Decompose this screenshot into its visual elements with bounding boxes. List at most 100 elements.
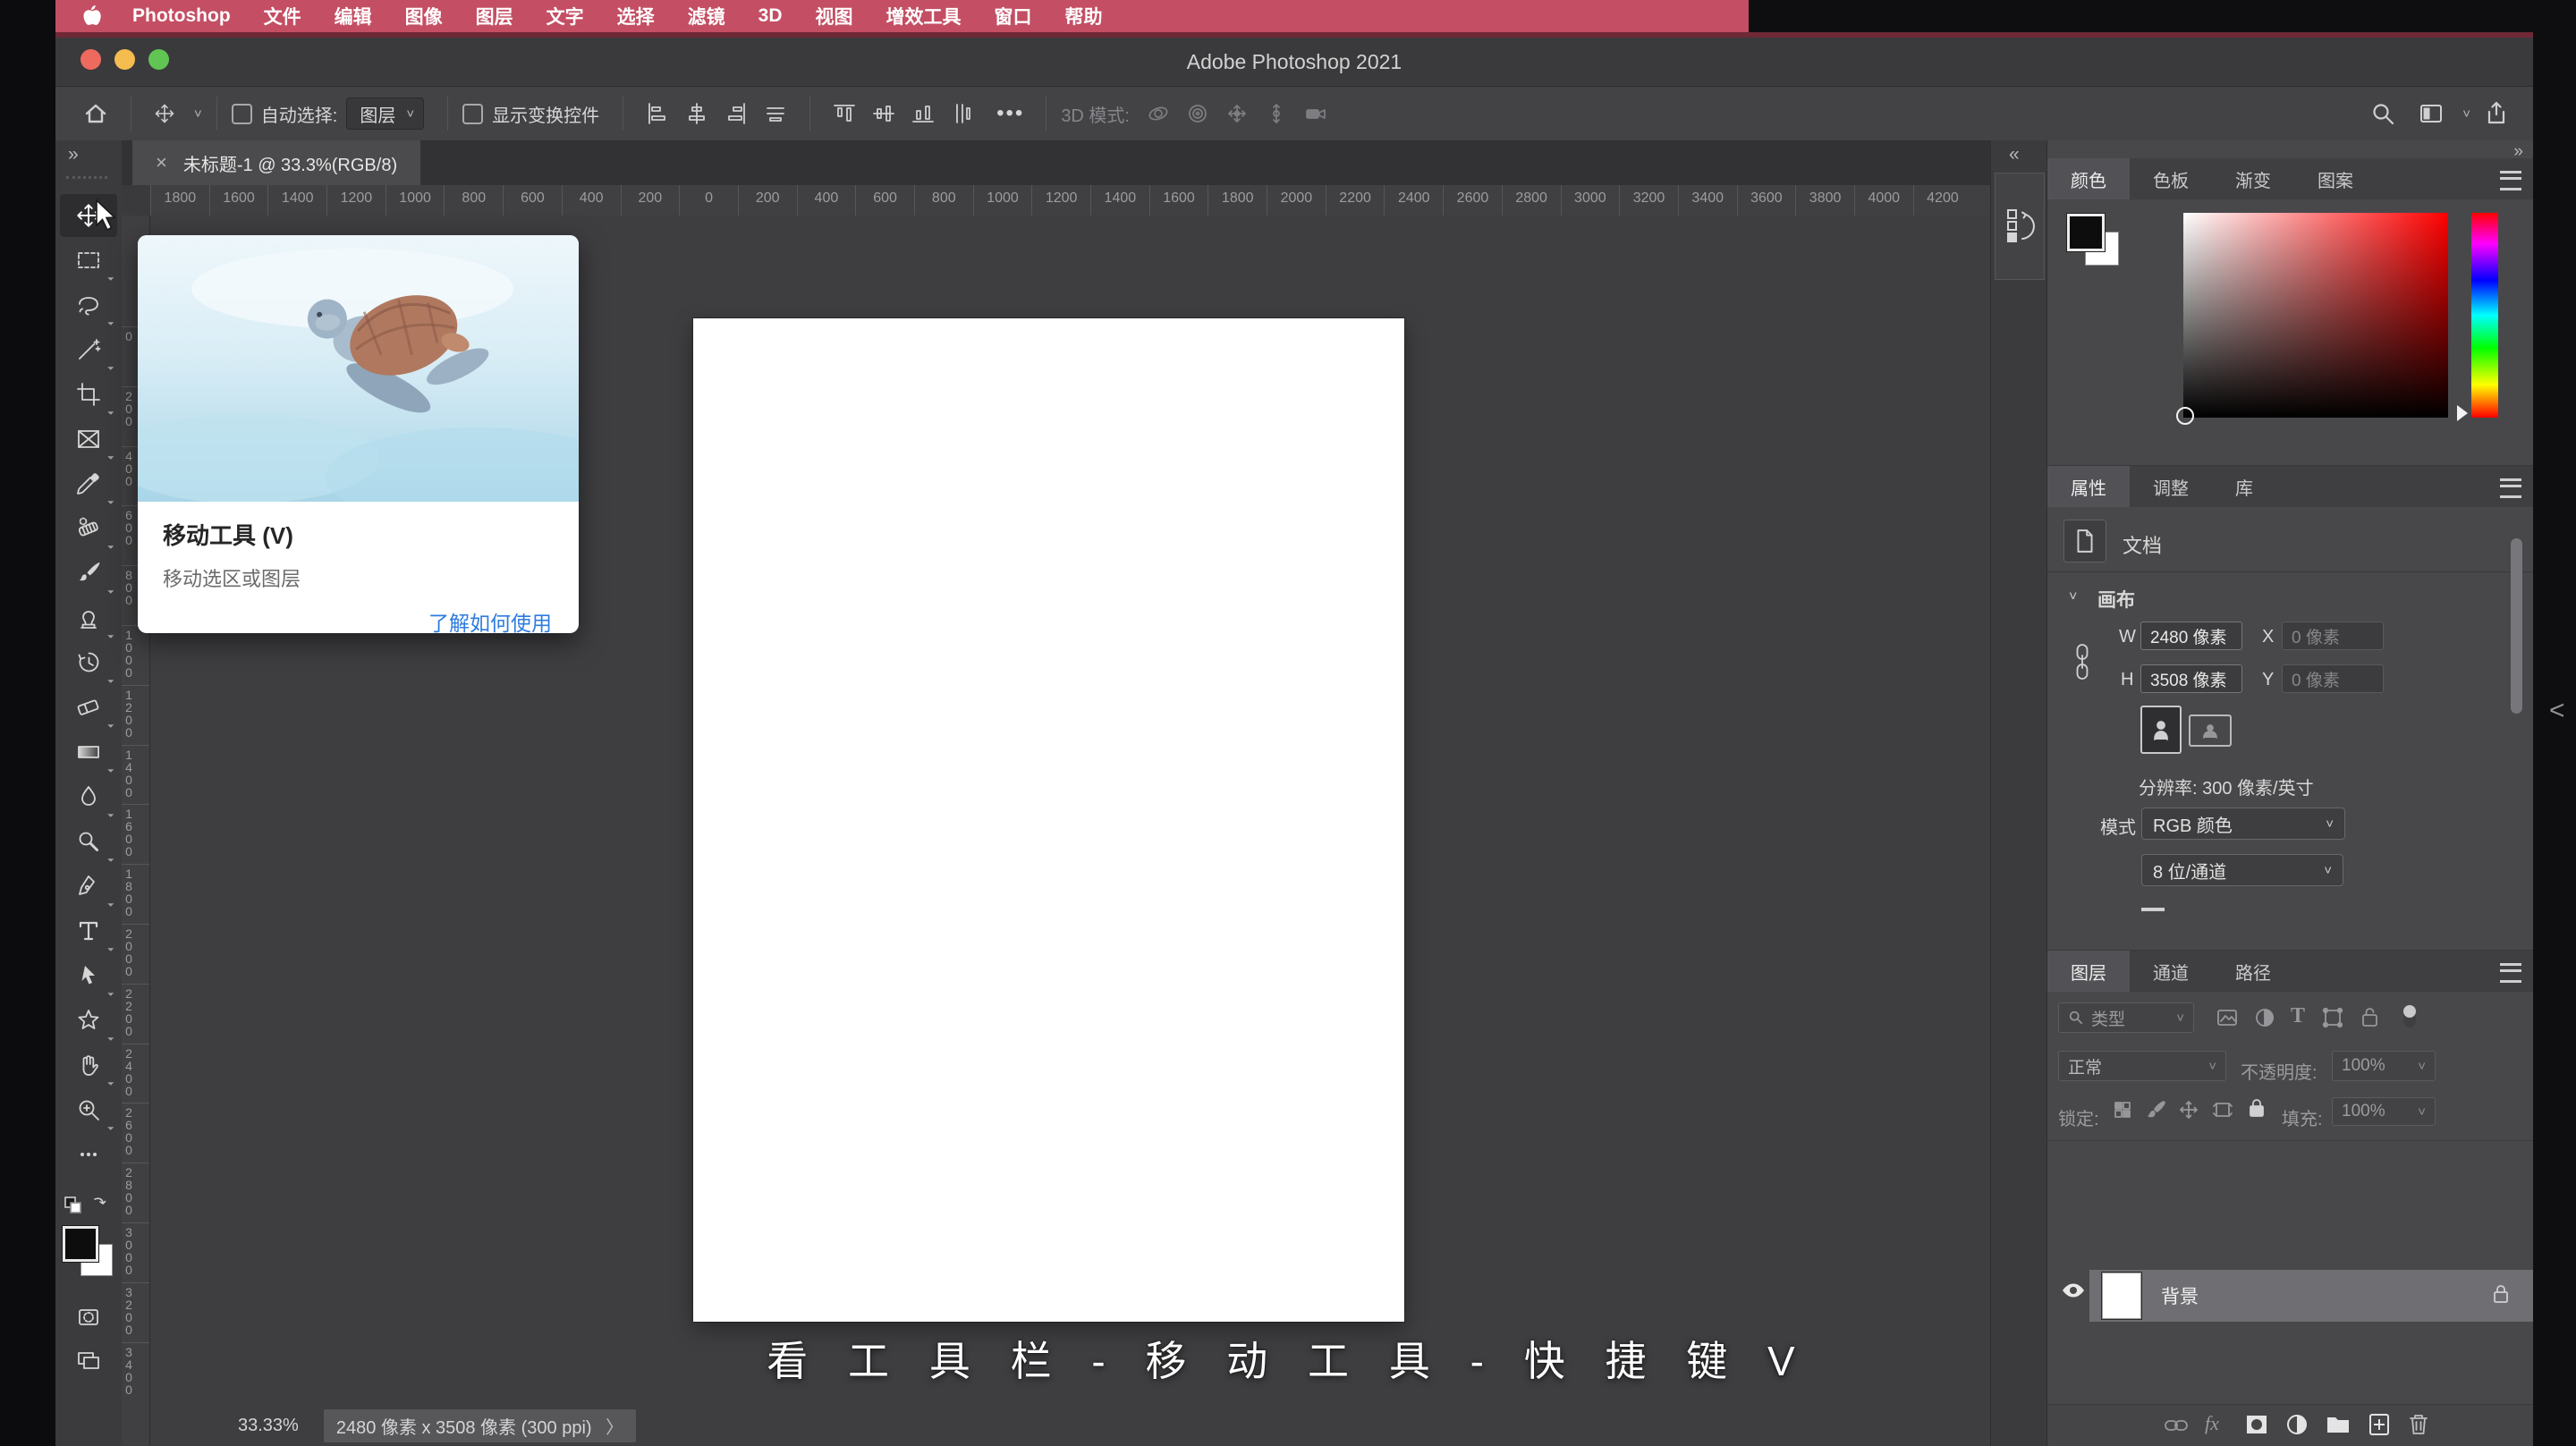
link-dimensions-icon[interactable] <box>2072 641 2092 687</box>
menu-edit[interactable]: 编辑 <box>335 3 372 30</box>
tab-adjustments[interactable]: 调整 <box>2130 466 2212 507</box>
apple-logo-icon[interactable] <box>82 4 102 28</box>
properties-scrollbar[interactable] <box>2511 538 2522 714</box>
width-field[interactable]: 2480 像素 <box>2140 622 2242 650</box>
toolbar-grip[interactable] <box>66 176 107 179</box>
landscape-orientation-button[interactable] <box>2189 715 2232 747</box>
link-layers-icon[interactable] <box>2164 1414 2189 1442</box>
layer-thumbnail[interactable] <box>2102 1273 2141 1319</box>
fill-dropdown[interactable]: 100% ˅ <box>2332 1097 2436 1126</box>
ruler-corner[interactable] <box>122 185 151 216</box>
delete-layer-trash-icon[interactable] <box>2407 1412 2430 1442</box>
show-transform-checkbox[interactable] <box>462 103 484 124</box>
height-field[interactable]: 3508 像素 <box>2140 664 2242 693</box>
share-icon[interactable] <box>2483 100 2510 127</box>
clone-stamp-tool[interactable] <box>60 596 117 639</box>
align-horizontal-centers-icon[interactable] <box>684 101 709 126</box>
tab-properties[interactable]: 属性 <box>2047 466 2130 507</box>
lock-all-icon[interactable] <box>2246 1097 2267 1123</box>
tab-gradients[interactable]: 渐变 <box>2212 158 2294 199</box>
align-bottom-edges-icon[interactable] <box>911 101 936 126</box>
type-tool[interactable] <box>60 909 117 952</box>
history-panel-icon[interactable] <box>1995 173 2045 280</box>
properties-panel-menu-icon[interactable] <box>2500 478 2521 498</box>
history-brush-tool[interactable] <box>60 641 117 684</box>
status-chevron-icon[interactable]: 〉 <box>606 1418 623 1438</box>
object-selection-tool[interactable] <box>60 328 117 371</box>
layer-style-fx-icon[interactable]: fx <box>2205 1412 2219 1435</box>
tab-swatches[interactable]: 色板 <box>2130 158 2212 199</box>
layer-visibility-eye-icon[interactable] <box>2060 1280 2087 1306</box>
horizontal-ruler[interactable]: 1800 1600 1400 1200 1000 800 600 400 200 0 200 400 6… <box>150 185 1990 216</box>
custom-shape-tool[interactable] <box>60 999 117 1042</box>
document-canvas[interactable] <box>693 318 1404 1322</box>
distribute-vertical-icon[interactable] <box>950 101 975 126</box>
window-titlebar[interactable]: Adobe Photoshop 2021 <box>55 38 2533 87</box>
edit-toolbar-icon[interactable] <box>60 1133 117 1176</box>
foreground-background-swatches[interactable] <box>61 1224 116 1281</box>
color-field-picker[interactable] <box>2176 407 2194 425</box>
menu-layer[interactable]: 图层 <box>476 3 513 30</box>
x-field[interactable]: 0 像素 <box>2282 622 2384 650</box>
zoom-tool[interactable] <box>60 1088 117 1131</box>
search-icon[interactable] <box>2369 100 2396 127</box>
tab-libraries[interactable]: 库 <box>2212 466 2276 507</box>
background-layer-row[interactable]: 背景 <box>2089 1270 2533 1322</box>
filter-type-layers-icon[interactable]: T <box>2291 1004 2305 1028</box>
menu-window[interactable]: 窗口 <box>995 3 1032 30</box>
new-group-folder-icon[interactable] <box>2325 1413 2351 1441</box>
section-resize-dash[interactable] <box>2141 908 2165 911</box>
menu-filter[interactable]: 滤镜 <box>688 3 725 30</box>
tab-color[interactable]: 颜色 <box>2047 158 2130 199</box>
align-top-edges-icon[interactable] <box>832 101 857 126</box>
learn-how-link[interactable]: 了解如何使用 <box>163 606 554 633</box>
lock-image-pixels-icon[interactable] <box>2146 1099 2167 1125</box>
auto-select-checkbox[interactable] <box>231 103 252 124</box>
hue-slider-arrow[interactable] <box>2457 405 2468 421</box>
spot-healing-brush-tool[interactable] <box>60 507 117 550</box>
auto-select-target-dropdown[interactable]: 图层 ˅ <box>346 97 425 130</box>
color-panel-swatches[interactable] <box>2066 213 2121 267</box>
brush-tool[interactable] <box>60 552 117 595</box>
document-info[interactable]: 2480 像素 x 3508 像素 (300 ppi) 〉 <box>323 1409 637 1442</box>
expand-panels-arrows[interactable]: « <box>2009 144 2020 165</box>
document-properties-icon[interactable] <box>2063 520 2106 562</box>
workspace-chevron-icon[interactable]: ˅ <box>2462 106 2470 122</box>
hue-slider[interactable] <box>2471 213 2498 418</box>
home-icon[interactable] <box>82 100 109 127</box>
lock-transparent-pixels-icon[interactable] <box>2112 1099 2133 1125</box>
path-selection-tool[interactable] <box>60 954 117 997</box>
new-adjustment-layer-icon[interactable] <box>2285 1413 2309 1441</box>
more-align-options-icon[interactable]: ••• <box>996 101 1024 126</box>
default-colors-icon[interactable] <box>63 1194 114 1221</box>
foreground-color-swatch[interactable] <box>62 1225 99 1263</box>
layer-lock-icon[interactable] <box>2491 1283 2511 1309</box>
blend-mode-dropdown[interactable]: 正常 ˅ <box>2058 1051 2226 1081</box>
lasso-tool[interactable] <box>60 283 117 326</box>
filter-smart-objects-icon[interactable] <box>2359 1006 2382 1034</box>
eraser-tool[interactable] <box>60 686 117 729</box>
filter-shape-layers-icon[interactable] <box>2321 1006 2344 1034</box>
filter-pixel-layers-icon[interactable] <box>2216 1006 2239 1034</box>
tab-layers[interactable]: 图层 <box>2047 951 2130 992</box>
collapse-panel-chevron-icon[interactable]: < <box>2549 696 2565 726</box>
color-field[interactable] <box>2176 213 2448 425</box>
align-vertical-centers-icon[interactable] <box>871 101 896 126</box>
toolbar-expand-arrows[interactable]: » <box>68 144 79 165</box>
workspace-switcher-icon[interactable] <box>2418 101 2445 126</box>
menu-plugins[interactable]: 增效工具 <box>886 3 962 30</box>
zoom-level[interactable]: 33.33% <box>238 1416 299 1436</box>
menu-photoshop[interactable]: Photoshop <box>132 5 231 27</box>
rectangular-marquee-tool[interactable] <box>60 239 117 282</box>
align-right-edges-icon[interactable] <box>724 101 749 126</box>
filter-toggle-icon[interactable] <box>2398 1001 2421 1036</box>
pen-tool[interactable] <box>60 865 117 908</box>
lock-position-icon[interactable] <box>2178 1099 2199 1125</box>
lock-artboard-icon[interactable] <box>2212 1099 2233 1125</box>
opacity-dropdown[interactable]: 100% ˅ <box>2332 1051 2436 1081</box>
move-tool-preset-icon[interactable] <box>153 102 176 125</box>
menu-file[interactable]: 文件 <box>264 3 301 30</box>
y-field[interactable]: 0 像素 <box>2282 664 2384 693</box>
add-layer-mask-icon[interactable] <box>2244 1413 2269 1441</box>
blur-tool[interactable] <box>60 775 117 818</box>
